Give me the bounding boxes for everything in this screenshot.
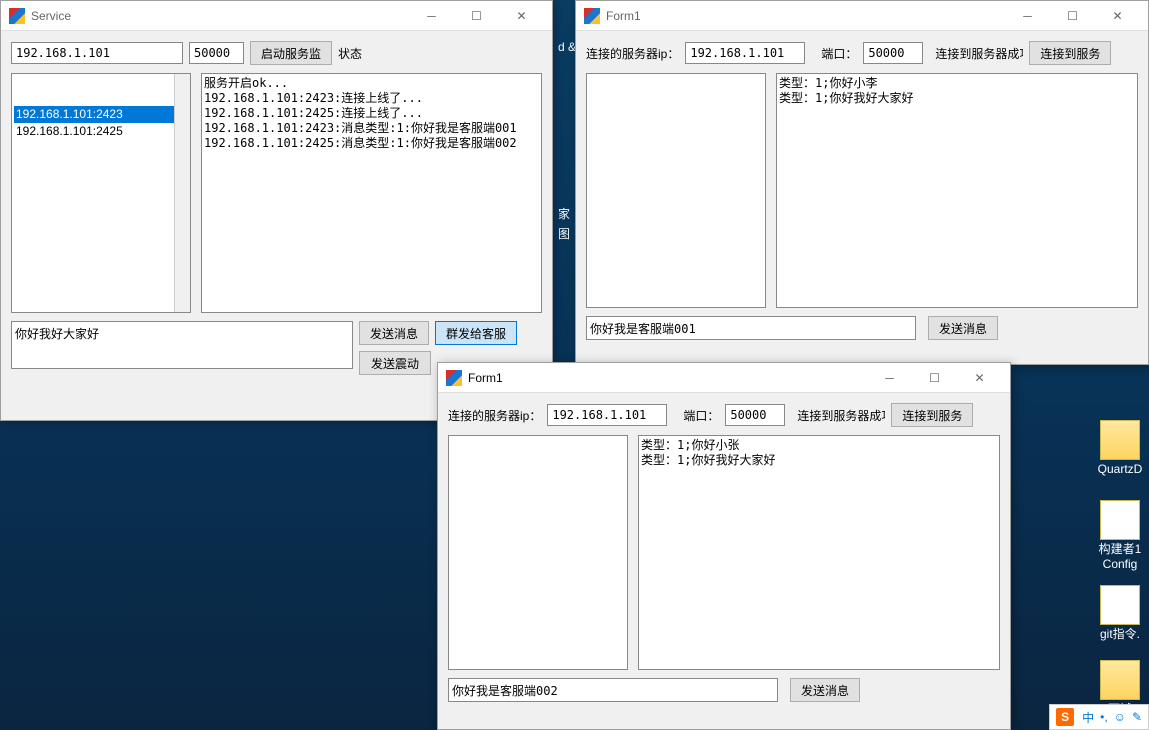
- client-listbox[interactable]: 192.168.1.101:2423192.168.1.101:2425: [11, 73, 191, 313]
- folder-icon: [1100, 420, 1140, 460]
- left-textarea[interactable]: [586, 73, 766, 308]
- send-message-button[interactable]: 发送消息: [359, 321, 429, 345]
- app-icon: [584, 8, 600, 24]
- client-listbox-item[interactable]: 192.168.1.101:2423: [14, 106, 188, 123]
- port-input[interactable]: [725, 404, 785, 426]
- ime-handwrite-icon[interactable]: ✎: [1132, 710, 1142, 724]
- start-service-button[interactable]: 启动服务监: [250, 41, 332, 65]
- service-window: Service ─ ☐ ✕ 启动服务监 状态 192.168.1.101:242…: [0, 0, 553, 421]
- file-icon: [1100, 500, 1140, 540]
- app-icon: [9, 8, 25, 24]
- desktop-icon-quartz[interactable]: QuartzD: [1095, 420, 1145, 477]
- client-window-1: Form1 ─ ☐ ✕ 连接的服务器ip： 端口： 连接到服务器成功 连接到服务…: [575, 0, 1149, 365]
- minimize-button[interactable]: ─: [409, 1, 454, 31]
- folder-icon: [1100, 660, 1140, 700]
- window-title: Service: [31, 9, 409, 23]
- desktop-icon-git[interactable]: git指令.: [1095, 585, 1145, 642]
- ime-emoji-icon[interactable]: ☺: [1114, 710, 1126, 724]
- connect-button[interactable]: 连接到服务: [1029, 41, 1111, 65]
- scrollbar[interactable]: [174, 74, 190, 312]
- desktop-fragment: d &: [558, 40, 576, 54]
- server-ip-label: 连接的服务器ip：: [448, 407, 541, 424]
- minimize-button[interactable]: ─: [867, 363, 912, 393]
- app-icon: [446, 370, 462, 386]
- status-label: 状态: [338, 45, 362, 62]
- connect-status-label: 连接到服务器成功: [935, 45, 1023, 62]
- message-input[interactable]: [586, 316, 916, 340]
- close-button[interactable]: ✕: [1095, 1, 1140, 31]
- desktop-icon-label: 构建者1 Config: [1099, 542, 1142, 571]
- desktop-fragment: 图: [558, 225, 570, 242]
- titlebar[interactable]: Form1 ─ ☐ ✕: [438, 363, 1010, 393]
- send-message-button[interactable]: 发送消息: [928, 316, 998, 340]
- connect-button[interactable]: 连接到服务: [891, 403, 973, 427]
- sogou-ime-icon[interactable]: S: [1056, 708, 1074, 726]
- desktop-icon-label: git指令.: [1100, 627, 1140, 641]
- server-log-textarea[interactable]: 服务开启ok... 192.168.1.101:2423:连接上线了... 19…: [201, 73, 542, 313]
- window-title: Form1: [606, 9, 1005, 23]
- minimize-button[interactable]: ─: [1005, 1, 1050, 31]
- message-input[interactable]: [448, 678, 778, 702]
- desktop-icon-config[interactable]: 构建者1 Config: [1095, 500, 1145, 572]
- maximize-button[interactable]: ☐: [912, 363, 957, 393]
- file-icon: [1100, 585, 1140, 625]
- titlebar[interactable]: Form1 ─ ☐ ✕: [576, 1, 1148, 31]
- desktop-fragment: 家: [558, 205, 570, 222]
- maximize-button[interactable]: ☐: [454, 1, 499, 31]
- desktop-icon-label: QuartzD: [1098, 462, 1143, 476]
- port-label: 端口：: [821, 45, 857, 62]
- maximize-button[interactable]: ☐: [1050, 1, 1095, 31]
- server-ip-label: 连接的服务器ip：: [586, 45, 679, 62]
- close-button[interactable]: ✕: [957, 363, 1002, 393]
- titlebar[interactable]: Service ─ ☐ ✕: [1, 1, 552, 31]
- ime-toolbar[interactable]: S 中 •, ☺ ✎: [1049, 704, 1149, 730]
- server-ip-input[interactable]: [685, 42, 805, 64]
- server-port-input[interactable]: [189, 42, 244, 64]
- broadcast-button[interactable]: 群发给客服: [435, 321, 517, 345]
- close-button[interactable]: ✕: [499, 1, 544, 31]
- connect-status-label: 连接到服务器成功: [797, 407, 885, 424]
- client-log-textarea[interactable]: 类型：1;你好小李 类型：1;你好我好大家好: [776, 73, 1138, 308]
- client-window-2: Form1 ─ ☐ ✕ 连接的服务器ip： 端口： 连接到服务器成功 连接到服务…: [437, 362, 1011, 730]
- client-log-textarea[interactable]: 类型：1;你好小张 类型：1;你好我好大家好: [638, 435, 1000, 670]
- ime-punct-icon[interactable]: •,: [1100, 710, 1108, 724]
- send-shake-button[interactable]: 发送震动: [359, 351, 431, 375]
- left-textarea[interactable]: [448, 435, 628, 670]
- ime-lang-icon[interactable]: 中: [1082, 709, 1094, 726]
- message-input[interactable]: 你好我好大家好: [11, 321, 353, 369]
- port-input[interactable]: [863, 42, 923, 64]
- server-ip-input[interactable]: [11, 42, 183, 64]
- client-listbox-item[interactable]: 192.168.1.101:2425: [14, 123, 188, 140]
- send-message-button[interactable]: 发送消息: [790, 678, 860, 702]
- window-title: Form1: [468, 371, 867, 385]
- server-ip-input[interactable]: [547, 404, 667, 426]
- port-label: 端口：: [683, 407, 719, 424]
